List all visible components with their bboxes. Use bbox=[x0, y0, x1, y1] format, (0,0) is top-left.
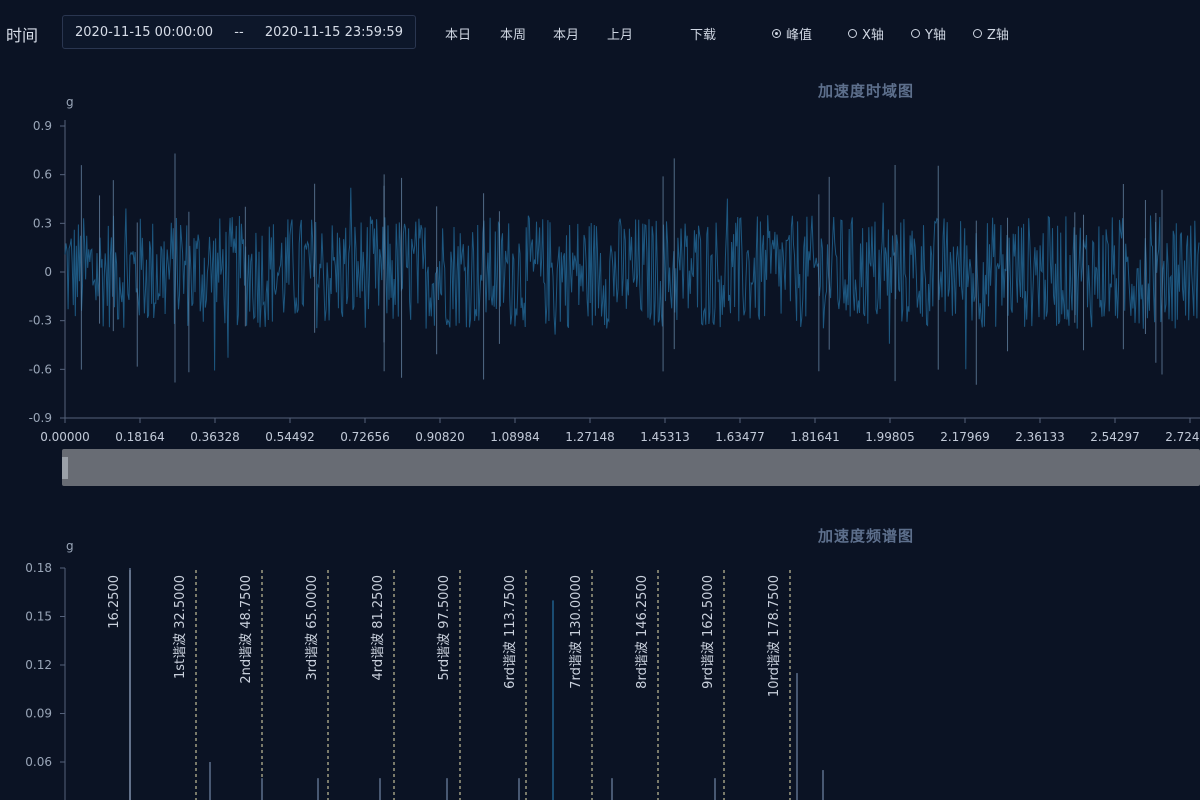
harmonic-marker-label: 4rd谐波 81.2500 bbox=[371, 575, 386, 681]
harmonic-marker-label: 9rd谐波 162.5000 bbox=[701, 575, 716, 689]
y-tick-label: 0.15 bbox=[25, 610, 52, 624]
harmonic-marker-label: 2nd谐波 48.7500 bbox=[239, 575, 254, 684]
y-tick-label: 0.18 bbox=[25, 561, 52, 575]
harmonic-marker-label: 16.2500 bbox=[107, 575, 122, 629]
harmonic-marker-label: 7rd谐波 130.0000 bbox=[569, 575, 584, 689]
spectrum-chart: g 0.18 0.15 0.12 0.09 0.06 16.2500 1st谐波 32.500… bbox=[25, 539, 824, 800]
y-axis-unit: g bbox=[66, 539, 74, 553]
harmonic-marker-label: 6rd谐波 113.7500 bbox=[503, 575, 518, 689]
y-tick-label: 0.06 bbox=[25, 755, 52, 769]
harmonic-marker-label: 1st谐波 32.5000 bbox=[173, 575, 188, 679]
harmonic-marker-label: 10rd谐波 178.7500 bbox=[767, 575, 782, 697]
harmonic-marker-label: 3rd谐波 65.0000 bbox=[305, 575, 320, 681]
harmonic-marker-label: 5rd谐波 97.5000 bbox=[437, 575, 452, 681]
y-tick-label: 0.12 bbox=[25, 658, 52, 672]
harmonic-marker-label: 8rd谐波 146.2500 bbox=[635, 575, 650, 689]
y-tick-label: 0.09 bbox=[25, 707, 52, 721]
